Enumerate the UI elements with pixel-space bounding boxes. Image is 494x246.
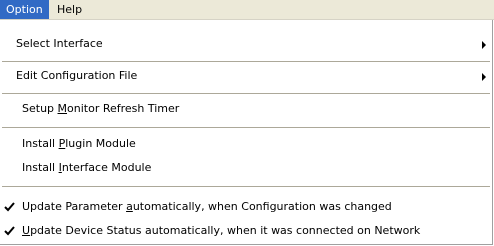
menu-item-label: Install Plugin Module bbox=[22, 137, 136, 150]
menu-item-edit-configuration-file[interactable]: Edit Configuration File bbox=[0, 65, 492, 87]
menu-item-update-device-status-automatically[interactable]: Update Device Status automatically, when… bbox=[0, 220, 492, 242]
menu-item-update-parameter-automatically[interactable]: Update Parameter automatically, when Con… bbox=[0, 196, 492, 218]
menu-item-label: Setup Monitor Refresh Timer bbox=[22, 102, 180, 115]
checkmark-icon bbox=[4, 202, 15, 212]
menu-option[interactable]: Option bbox=[0, 0, 49, 19]
chevron-right-icon bbox=[482, 73, 486, 81]
menu-item-label: Update Parameter automatically, when Con… bbox=[22, 200, 392, 213]
chevron-right-icon bbox=[482, 41, 486, 49]
menu-help[interactable]: Help bbox=[51, 0, 88, 19]
menu-separator bbox=[2, 61, 490, 62]
checkmark-icon bbox=[4, 226, 15, 236]
menu-item-install-plugin-module[interactable]: Install Plugin Module bbox=[0, 133, 492, 155]
menu-item-label: Select Interface bbox=[16, 37, 103, 50]
menu-item-label: Update Device Status automatically, when… bbox=[22, 224, 421, 237]
menu-item-label: Edit Configuration File bbox=[16, 69, 138, 82]
menu-item-setup-monitor-refresh-timer[interactable]: Setup Monitor Refresh Timer bbox=[0, 98, 492, 120]
menu-item-label: Install Interface Module bbox=[22, 161, 152, 174]
menu-separator bbox=[2, 186, 490, 187]
menu-separator bbox=[2, 127, 490, 128]
menu-item-select-interface[interactable]: Select Interface bbox=[0, 33, 492, 55]
option-dropdown-menu: Select Interface Edit Configuration File… bbox=[0, 20, 493, 245]
menu-separator bbox=[2, 93, 490, 94]
menu-item-install-interface-module[interactable]: Install Interface Module bbox=[0, 157, 492, 179]
menu-bar: Option Help bbox=[0, 0, 494, 20]
